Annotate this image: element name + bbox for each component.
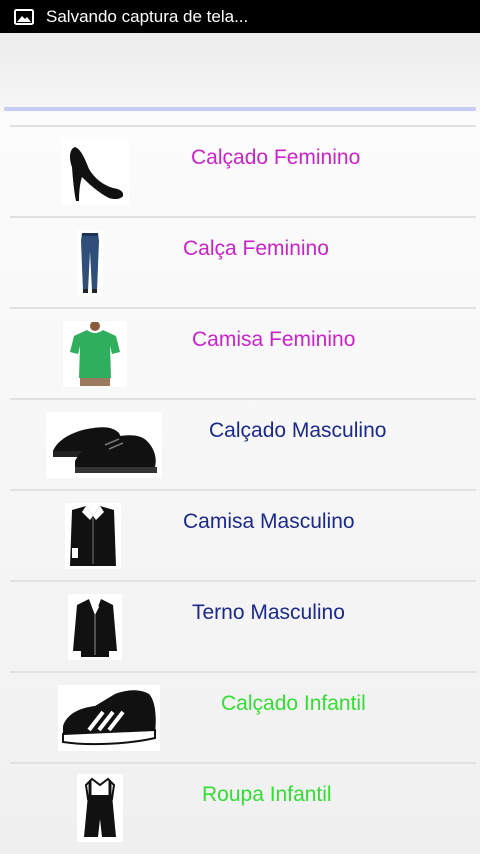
kids-overalls-icon [77, 774, 123, 842]
category-label: Calçado Infantil [221, 692, 366, 715]
list-item-roupa-infantil[interactable]: Roupa Infantil [10, 762, 476, 853]
category-label: Calça Feminino [183, 237, 329, 260]
list-item-terno-masculino[interactable]: Terno Masculino [10, 580, 476, 671]
suit-jacket-icon [68, 594, 122, 660]
image-icon [14, 8, 34, 26]
category-label: Camisa Masculino [183, 510, 355, 533]
mens-shoes-icon [46, 412, 162, 478]
dress-shirt-icon [65, 503, 121, 569]
jeans-icon [77, 230, 103, 296]
category-label: Calçado Masculino [209, 419, 387, 442]
divider-line [4, 107, 476, 111]
category-label: Terno Masculino [192, 601, 345, 624]
green-blouse-icon [63, 321, 127, 387]
high-heel-shoe-icon [61, 139, 129, 205]
status-bar: Salvando captura de tela... [0, 0, 480, 33]
status-text: Salvando captura de tela... [46, 6, 249, 26]
list-item-calcado-feminino[interactable]: Calçado Feminino [10, 125, 476, 216]
category-list[interactable]: Calçado Feminino Calça Feminino Camisa F… [0, 112, 480, 854]
category-label: Roupa Infantil [202, 783, 332, 806]
list-item-calca-feminino[interactable]: Calça Feminino [10, 216, 476, 307]
category-label: Camisa Feminino [192, 328, 356, 351]
sneaker-icon [58, 685, 160, 751]
list-item-calcado-masculino[interactable]: Calçado Masculino [10, 398, 476, 489]
category-label: Calçado Feminino [191, 146, 361, 169]
list-item-calcado-infantil[interactable]: Calçado Infantil [10, 671, 476, 762]
list-item-camisa-masculino[interactable]: Camisa Masculino [10, 489, 476, 580]
action-bar [0, 33, 480, 112]
list-item-camisa-feminino[interactable]: Camisa Feminino [10, 307, 476, 398]
